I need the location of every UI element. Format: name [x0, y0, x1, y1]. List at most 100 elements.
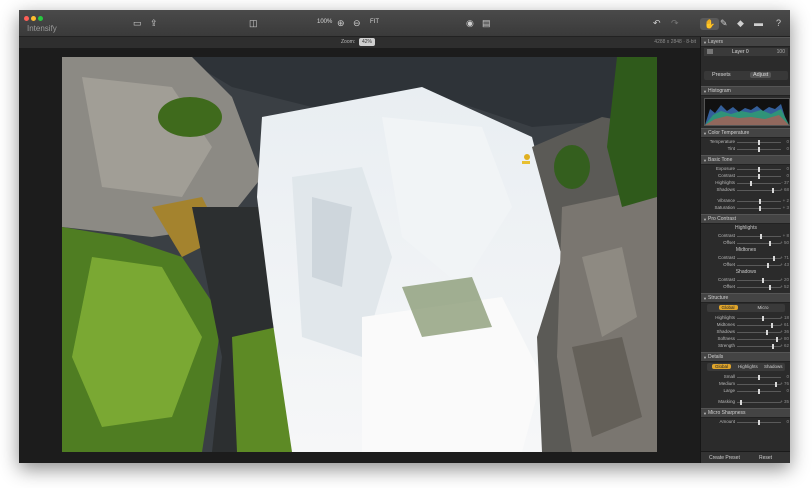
slider-track[interactable] — [737, 339, 781, 340]
slider-track[interactable] — [737, 332, 781, 333]
slider-handle[interactable] — [750, 181, 753, 186]
slider-handle[interactable] — [758, 167, 760, 172]
waterfall-photo[interactable] — [62, 57, 657, 452]
hand-icon[interactable]: ✋ — [700, 18, 720, 30]
slider-handle[interactable] — [767, 263, 770, 268]
share-icon[interactable]: ⇪ — [150, 18, 158, 28]
slider-handle[interactable] — [758, 375, 760, 380]
basic-tone-header[interactable]: ▼ Basic Tone — [701, 155, 790, 165]
pro-contrast-header[interactable]: ▼ Pro Contrast — [701, 214, 790, 224]
segment-micro[interactable]: Micro — [758, 305, 769, 310]
slider-label: Contrast — [717, 173, 735, 178]
eraser-icon[interactable]: ◆ — [737, 18, 744, 28]
layer-thumbnail-icon — [707, 49, 713, 54]
slider-handle[interactable] — [758, 140, 760, 145]
details-header[interactable]: ▼ Details — [701, 352, 790, 362]
slider-handle[interactable] — [771, 323, 774, 328]
color-temperature-title: Color Temperature — [708, 130, 750, 136]
slider-row: Large 0 — [701, 388, 790, 394]
redo-icon[interactable]: ↷ — [671, 18, 679, 28]
slider-label: Highlights — [715, 315, 735, 320]
slider-handle[interactable] — [758, 389, 760, 394]
slider-label: Softness — [717, 336, 735, 341]
fit-button[interactable]: FIT — [370, 19, 379, 25]
close-window-button[interactable] — [24, 16, 29, 21]
brush-icon[interactable]: ✎ — [720, 18, 728, 28]
slider-label: Vibrance — [717, 198, 735, 203]
slider-handle[interactable] — [773, 256, 776, 261]
slider-label: Contrast — [717, 255, 735, 260]
slider-handle[interactable] — [758, 174, 760, 179]
tab-adjust[interactable]: Adjust — [750, 72, 772, 78]
layers-header[interactable]: ▼ Layers — [701, 37, 790, 47]
slider-track[interactable] — [737, 287, 781, 288]
slider-handle[interactable] — [758, 199, 761, 204]
slider-track[interactable] — [737, 402, 781, 403]
slider-track[interactable] — [737, 346, 781, 347]
reset-button[interactable]: Reset — [759, 455, 772, 461]
slider-track[interactable] — [737, 190, 781, 191]
slider-label: Temperature — [709, 139, 735, 144]
slider-value: 0 — [786, 173, 789, 178]
slider-handle[interactable] — [772, 188, 775, 193]
micro-sharpness-header[interactable]: ▼ Micro Sharpness — [701, 408, 790, 418]
slider-row: Temperature 0 — [701, 139, 790, 145]
slider-handle[interactable] — [758, 147, 760, 152]
zoom-out-icon[interactable]: ⊖ — [353, 18, 361, 28]
zoom-select[interactable]: 42% — [359, 38, 376, 46]
slider-handle[interactable] — [758, 420, 760, 425]
slider-handle[interactable] — [761, 316, 764, 321]
compare-icon[interactable]: ◫ — [249, 18, 258, 28]
histogram-header[interactable]: ▼ Histogram — [701, 86, 790, 96]
slider-label: Large — [723, 388, 735, 393]
slider-handle[interactable] — [765, 330, 768, 335]
basic-tone-title: Basic Tone — [708, 157, 733, 163]
slider-track[interactable] — [737, 280, 781, 281]
slider-track[interactable] — [737, 243, 781, 244]
image-canvas[interactable] — [19, 48, 700, 463]
slider-row: Saturation + 3 — [701, 205, 790, 211]
color-temperature-header[interactable]: ▼ Color Temperature — [701, 128, 790, 138]
slider-handle[interactable] — [771, 344, 774, 349]
slider-handle[interactable] — [759, 206, 762, 211]
slider-label: Shadows — [716, 329, 735, 334]
slider-handle[interactable] — [759, 234, 762, 239]
folder-icon[interactable]: ▭ — [133, 18, 142, 28]
segment-shadows[interactable]: Shadows — [764, 364, 783, 369]
eye-icon[interactable]: ◉ — [466, 18, 474, 28]
layers-title: Layers — [708, 39, 724, 45]
slider-track[interactable] — [737, 325, 781, 326]
zoom-100-button[interactable]: 100% — [317, 19, 332, 25]
help-icon[interactable]: ? — [776, 18, 781, 28]
segment-highlights[interactable]: Highlights — [738, 364, 758, 369]
minimize-window-button[interactable] — [31, 16, 36, 21]
slider-track[interactable] — [737, 265, 781, 266]
slider-handle[interactable] — [774, 382, 777, 387]
chevron-down-icon: ▼ — [703, 89, 707, 94]
slider-handle[interactable] — [775, 337, 778, 342]
tab-presets[interactable]: Presets — [712, 72, 731, 78]
undo-icon[interactable]: ↶ — [653, 18, 661, 28]
segment-global[interactable]: Global — [718, 305, 738, 310]
slider-handle[interactable] — [769, 285, 772, 290]
split-view-icon[interactable]: ▤ — [482, 18, 491, 28]
toolbar: Intensify ▭ ⇪ ◫ 100% ⊕ ⊖ FIT ◉ ▤ ↶ ↷ ✋ ✎… — [19, 10, 790, 37]
zoom-window-button[interactable] — [38, 16, 43, 21]
layer-opacity[interactable]: 100 — [777, 49, 785, 55]
slider-row: Shadows + 68 — [701, 187, 790, 193]
create-preset-button[interactable]: Create Preset — [709, 455, 740, 461]
slider-value: + 50 — [780, 240, 789, 245]
slider-row: Highlights + 18 — [701, 315, 790, 321]
segment-global[interactable]: Global — [712, 364, 732, 369]
slider-handle[interactable] — [740, 400, 743, 405]
slider-handle[interactable] — [769, 241, 771, 246]
structure-header[interactable]: ▼ Structure — [701, 293, 790, 303]
slider-label: Strength — [717, 343, 735, 348]
layer-row[interactable]: Layer 0 100 — [704, 48, 788, 56]
gradient-icon[interactable]: ▬ — [754, 18, 763, 28]
slider-track[interactable] — [737, 318, 781, 319]
slider-value: + 80 — [780, 336, 789, 341]
slider-handle[interactable] — [762, 278, 765, 283]
slider-track[interactable] — [737, 183, 781, 184]
zoom-in-icon[interactable]: ⊕ — [337, 18, 345, 28]
